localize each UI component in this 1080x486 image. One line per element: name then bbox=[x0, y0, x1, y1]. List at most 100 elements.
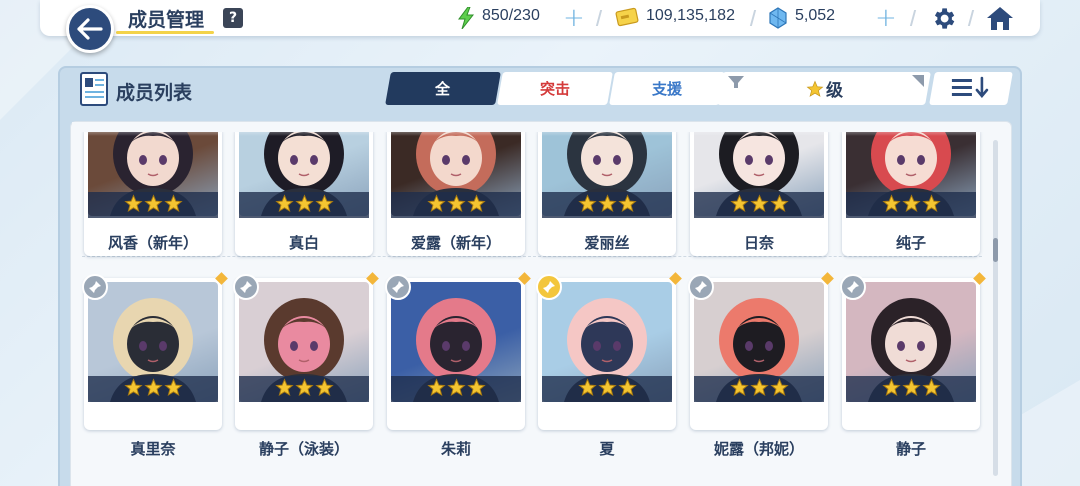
member-name: 夏 bbox=[599, 440, 615, 458]
member-list-icon bbox=[80, 72, 108, 106]
member-name: 爱露（新年） bbox=[410, 234, 501, 252]
star-icon bbox=[294, 377, 314, 401]
sort-label: 级 bbox=[825, 81, 843, 101]
member-name: 爱丽丝 bbox=[584, 234, 630, 252]
star-icon bbox=[577, 377, 597, 401]
star-icon bbox=[921, 377, 941, 401]
star-icon bbox=[446, 377, 466, 401]
star-icon bbox=[123, 377, 143, 401]
home-icon[interactable] bbox=[985, 5, 1015, 32]
scroll-fade bbox=[72, 122, 992, 136]
star-icon bbox=[426, 377, 446, 401]
star-icon bbox=[314, 377, 334, 401]
dropdown-corner-icon bbox=[912, 75, 924, 87]
member-name: 静子 bbox=[895, 440, 926, 458]
pin-icon[interactable] bbox=[385, 274, 411, 300]
star-rating bbox=[88, 192, 218, 218]
star-icon bbox=[597, 193, 617, 217]
star-rating bbox=[391, 192, 521, 218]
gear-icon[interactable] bbox=[930, 5, 957, 32]
star-rating bbox=[542, 376, 672, 402]
pyroxene-icon bbox=[769, 7, 787, 29]
member-name: 日奈 bbox=[743, 234, 774, 252]
member-card[interactable]: 妮露（邦妮） bbox=[688, 272, 834, 458]
pin-icon[interactable] bbox=[536, 274, 562, 300]
page-title: 成员管理 bbox=[128, 9, 205, 31]
star-icon bbox=[769, 193, 789, 217]
star-rating bbox=[846, 192, 976, 218]
member-list-title: 成员列表 bbox=[116, 82, 193, 104]
star-icon bbox=[466, 193, 486, 217]
star-rating bbox=[846, 376, 976, 402]
filter-tabs: 全 突击 支援 bbox=[385, 72, 725, 105]
member-name: 静子（泳装） bbox=[258, 440, 349, 458]
star-icon bbox=[617, 193, 637, 217]
pin-icon[interactable] bbox=[233, 274, 259, 300]
scrollbar-thumb[interactable] bbox=[993, 238, 998, 262]
star-rating bbox=[694, 376, 824, 402]
star-icon bbox=[806, 80, 823, 97]
star-icon bbox=[143, 193, 163, 217]
pin-icon[interactable] bbox=[840, 274, 866, 300]
tab-assault[interactable]: 突击 bbox=[497, 72, 613, 105]
star-icon bbox=[617, 377, 637, 401]
member-name: 朱莉 bbox=[440, 440, 471, 458]
tab-support[interactable]: 支援 bbox=[609, 72, 725, 105]
energy-icon bbox=[458, 7, 475, 29]
member-card[interactable]: 朱莉 bbox=[385, 272, 531, 458]
help-button[interactable]: ? bbox=[223, 8, 243, 28]
star-icon bbox=[143, 377, 163, 401]
star-rating bbox=[239, 376, 369, 402]
tab-all[interactable]: 全 bbox=[385, 72, 501, 105]
star-rating bbox=[239, 192, 369, 218]
star-icon bbox=[466, 377, 486, 401]
title-underline bbox=[116, 31, 214, 34]
member-name: 真里奈 bbox=[130, 440, 176, 458]
member-card[interactable]: 夏 bbox=[536, 272, 682, 458]
star-icon bbox=[901, 377, 921, 401]
pin-icon[interactable] bbox=[82, 274, 108, 300]
member-name: 风香（新年） bbox=[107, 234, 198, 252]
add-energy-button[interactable]: + bbox=[563, 3, 585, 33]
member-name: 纯子 bbox=[895, 234, 926, 252]
star-icon bbox=[163, 193, 183, 217]
sort-order-button[interactable] bbox=[929, 72, 1013, 105]
star-icon bbox=[314, 193, 334, 217]
star-icon bbox=[446, 193, 466, 217]
star-rating bbox=[542, 192, 672, 218]
star-icon bbox=[597, 377, 617, 401]
star-icon bbox=[881, 193, 901, 217]
energy-value: 850/230 bbox=[482, 7, 540, 24]
scrollbar-track[interactable] bbox=[993, 140, 998, 476]
tab-label: 全 bbox=[435, 80, 451, 98]
star-icon bbox=[729, 193, 749, 217]
star-icon bbox=[769, 377, 789, 401]
star-rating bbox=[88, 376, 218, 402]
star-icon bbox=[274, 377, 294, 401]
tab-label: 支援 bbox=[651, 80, 682, 98]
back-button[interactable] bbox=[66, 5, 114, 53]
member-card[interactable]: 静子 bbox=[840, 272, 986, 458]
star-rating bbox=[391, 376, 521, 402]
filter-icon[interactable] bbox=[726, 74, 746, 90]
sort-descending-icon bbox=[952, 76, 989, 98]
sort-dropdown[interactable]: 级 bbox=[717, 72, 931, 105]
member-card[interactable]: 真里奈 bbox=[82, 272, 228, 458]
pyroxene-value: 5,052 bbox=[795, 7, 836, 24]
star-icon bbox=[294, 193, 314, 217]
star-icon bbox=[426, 193, 446, 217]
star-icon bbox=[123, 193, 143, 217]
credits-value: 109,135,182 bbox=[646, 7, 735, 24]
star-icon bbox=[749, 193, 769, 217]
star-icon bbox=[921, 193, 941, 217]
add-pyroxene-button[interactable]: + bbox=[875, 3, 897, 33]
star-icon bbox=[274, 193, 294, 217]
pin-icon[interactable] bbox=[688, 274, 714, 300]
star-icon bbox=[729, 377, 749, 401]
star-icon bbox=[163, 377, 183, 401]
tab-label: 突击 bbox=[539, 80, 570, 98]
member-name: 真白 bbox=[288, 234, 319, 252]
star-icon bbox=[881, 377, 901, 401]
star-icon bbox=[749, 377, 769, 401]
member-card[interactable]: 静子（泳装） bbox=[233, 272, 379, 458]
